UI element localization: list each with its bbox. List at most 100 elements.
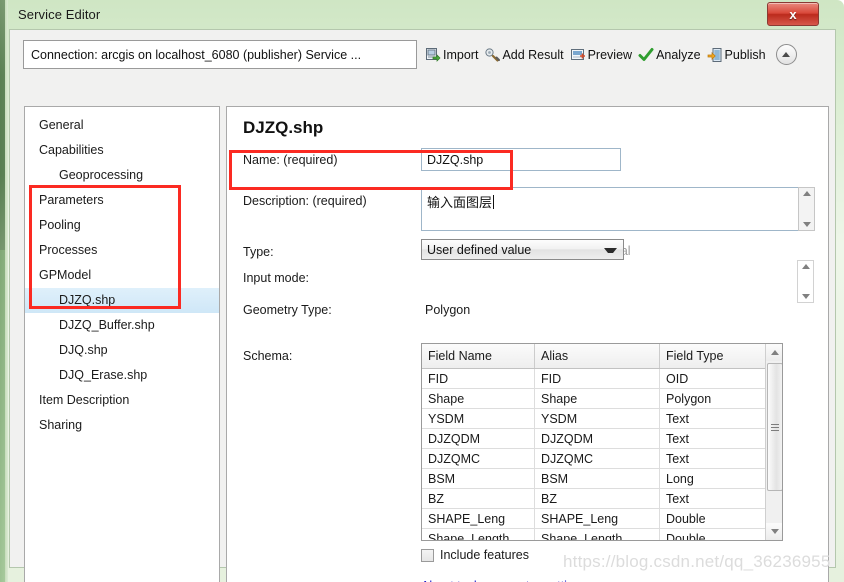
column-header-alias[interactable]: Alias [534,344,660,369]
cell-field-name: FID [422,368,535,389]
sidebar-item-djq-shp[interactable]: DJQ.shp [25,338,219,363]
schema-scrollbar[interactable] [765,344,782,540]
preview-icon [570,47,586,63]
title-bar: Service Editor x [8,0,844,29]
cell-alias: SHAPE_Leng [534,508,660,529]
schema-scroll-down-button[interactable] [766,523,782,540]
connection-field[interactable]: Connection: arcgis on localhost_6080 (pu… [23,40,417,69]
table-row[interactable]: DJZQMC DJZQMC Text [422,448,782,469]
sidebar-item-item-description[interactable]: Item Description [25,388,219,413]
chevron-down-icon [604,248,617,253]
cell-field-name: SHAPE_Leng [422,508,535,529]
scroll-up-icon [770,350,779,355]
cell-field-name: BZ [422,488,535,509]
description-value: 输入面图层 [427,195,495,211]
cell-field-name: BSM [422,468,535,489]
panel-scroll-up-icon [801,264,810,269]
analyze-check-icon [638,47,654,63]
sidebar-item-djzq-buffer-shp[interactable]: DJZQ_Buffer.shp [25,313,219,338]
schema-table-grid: Field Name Alias Field Type FID FID OID Sh… [422,344,782,540]
table-row[interactable]: BSM BSM Long [422,468,782,489]
sidebar-item-geoprocessing[interactable]: Geoprocessing [25,163,219,188]
client-area: Connection: arcgis on localhost_6080 (pu… [9,29,836,582]
panel-scrollbar[interactable] [797,260,814,303]
chevron-up-icon [782,52,791,57]
sidebar-item-parameters[interactable]: Parameters [25,188,219,213]
publish-icon [707,47,723,63]
table-row[interactable]: Shape_Length Shape_Length Double [422,528,782,540]
include-features-checkbox[interactable]: Include features [421,548,529,562]
window-title: Service Editor [18,7,101,22]
close-button[interactable]: x [767,2,819,26]
description-input[interactable]: 输入面图层 [421,187,810,231]
add-result-button[interactable]: Add Result [482,40,567,69]
table-row[interactable]: Shape Shape Polygon [422,388,782,409]
table-header-row: Field Name Alias Field Type [422,344,782,369]
panel-scroll-down-icon [801,294,810,299]
table-row[interactable]: BZ BZ Text [422,488,782,509]
name-input[interactable]: DJZQ.shp [421,148,621,171]
input-mode-value: User defined value [427,242,532,257]
add-result-icon [484,47,501,63]
close-icon: x [789,6,797,22]
cell-alias: DJZQDM [534,428,660,449]
checkbox-unchecked-icon [421,548,434,562]
input-mode-label: Input mode: [243,271,310,285]
preview-label: Preview [587,47,633,62]
sidebar-item-capabilities[interactable]: Capabilities [25,138,219,163]
schema-label: Schema: [243,349,293,363]
sidebar-item-pooling[interactable]: Pooling [25,213,219,238]
analyze-label: Analyze [656,47,701,62]
collapse-toolbar-button[interactable] [775,44,797,65]
table-row[interactable]: YSDM YSDM Text [422,408,782,429]
import-icon [425,47,441,63]
publish-button[interactable]: Publish [705,40,770,69]
add-result-label: Add Result [502,47,564,62]
service-editor-window: Service Editor x Connection: arcgis on l… [0,0,844,582]
geometry-type-label: Geometry Type: [243,303,332,317]
scroll-grip-icon [771,422,779,433]
input-mode-select[interactable]: User defined value [421,239,624,260]
cell-alias: BSM [534,468,660,489]
cell-alias: DJZQMC [534,448,660,469]
description-scrollbar[interactable] [798,187,815,231]
sidebar-item-processes[interactable]: Processes [25,238,219,263]
cell-alias: Shape_Length [534,528,660,540]
sidebar: General Capabilities Geoprocessing Param… [24,106,220,582]
type-label: Type: [243,245,274,259]
main-panel: DJZQ.shp Name: (required) DJZQ.shp Descr… [226,106,829,582]
schema-scroll-up-button[interactable] [766,344,782,361]
cell-field-name: DJZQMC [422,448,535,469]
sidebar-item-general[interactable]: General [25,113,219,138]
text-caret [493,195,495,209]
cell-field-name: YSDM [422,408,535,429]
cell-field-name: Shape_Length [422,528,535,540]
window-dock-edge-bottom [0,250,5,582]
scroll-down-icon [802,222,811,227]
description-label: Description: (required) [243,194,367,208]
schema-scroll-thumb[interactable] [767,363,782,491]
column-header-field-name[interactable]: Field Name [422,344,535,369]
page-title: DJZQ.shp [243,118,324,137]
cell-alias: YSDM [534,408,660,429]
sidebar-item-djq-erase-shp[interactable]: DJQ_Erase.shp [25,363,219,388]
sidebar-item-gpmodel[interactable]: GPModel [25,263,219,288]
table-row[interactable]: SHAPE_Leng SHAPE_Leng Double [422,508,782,529]
geometry-type-value: Polygon [425,303,471,317]
cell-field-name: DJZQDM [422,428,535,449]
sidebar-item-sharing[interactable]: Sharing [25,413,219,438]
table-row[interactable]: FID FID OID [422,368,782,389]
sidebar-item-djzq-shp[interactable]: DJZQ.shp [25,288,219,313]
import-label: Import [443,47,479,62]
import-button[interactable]: Import [423,40,482,69]
toolbar-buttons: Import Add Result Preview Analyze Publis… [423,40,797,69]
top-toolbar: Connection: arcgis on localhost_6080 (pu… [23,40,827,70]
analyze-button[interactable]: Analyze [636,40,704,69]
cell-alias: Shape [534,388,660,409]
cell-alias: BZ [534,488,660,509]
preview-button[interactable]: Preview [568,40,636,69]
cell-field-name: Shape [422,388,535,409]
table-row[interactable]: DJZQDM DJZQDM Text [422,428,782,449]
name-label: Name: (required) [243,153,338,167]
scroll-up-icon [802,191,811,196]
